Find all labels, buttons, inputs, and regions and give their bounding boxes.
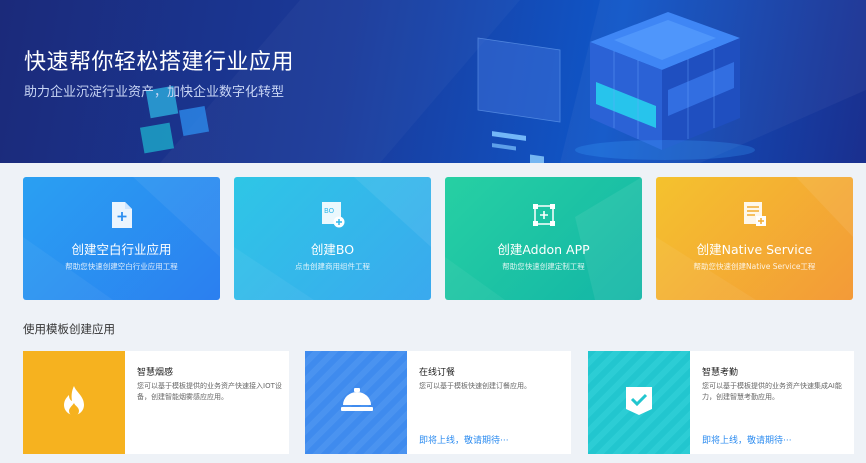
create-native-service-card[interactable]: 创建Native Service 帮助您快速创建Native Service工程	[656, 177, 853, 300]
card-title: 创建Addon APP	[497, 242, 590, 257]
template-thumbnail	[305, 351, 407, 454]
card-title: 创建空白行业应用	[71, 242, 172, 257]
create-blank-app-card[interactable]: 创建空白行业应用 帮助您快速创建空白行业应用工程	[23, 177, 220, 300]
templates-section-title: 使用模板创建应用	[23, 322, 115, 336]
template-thumbnail	[23, 351, 125, 454]
card-description: 帮助您快速创建Native Service工程	[693, 262, 816, 271]
coming-soon-link[interactable]: 即将上线，敬请期待···	[419, 433, 509, 446]
flame-icon	[64, 386, 84, 416]
coming-soon-link[interactable]: 即将上线，敬请期待···	[702, 433, 792, 446]
native-doc-icon	[744, 202, 766, 226]
template-card-smart-attendance[interactable]: 智慧考勤 您可以基于模板提供的业务资产快速集成AI能力，创建智慧考勤应用。 即将…	[588, 351, 854, 454]
card-description: 帮助您快速创建空白行业应用工程	[65, 262, 178, 271]
card-description: 帮助您快速创建定制工程	[502, 262, 585, 271]
template-name: 智慧烟感	[137, 368, 174, 378]
hero-banner: 快速帮你轻松搭建行业应用 助力企业沉淀行业资产，加快企业数字化转型	[0, 0, 866, 163]
blank-doc-icon	[112, 202, 132, 228]
card-description: 点击创建商用组件工程	[295, 262, 370, 271]
hero-title: 快速帮你轻松搭建行业应用	[24, 50, 295, 75]
card-title: 创建BO	[310, 242, 355, 257]
template-name: 在线订餐	[419, 368, 456, 378]
create-addon-app-card[interactable]: 创建Addon APP 帮助您快速创建定制工程	[445, 177, 642, 300]
template-description: 您可以基于模板提供的业务资产快速集成AI能力，创建智慧考勤应用。	[702, 382, 842, 401]
addon-frame-icon	[533, 204, 555, 226]
hero-subtitle: 助力企业沉淀行业资产，加快企业数字化转型	[24, 85, 285, 100]
template-card-online-ordering[interactable]: 在线订餐 您可以基于模板快速创建订餐应用。 即将上线，敬请期待···	[305, 351, 571, 454]
card-title: 创建Native Service	[696, 242, 813, 257]
bo-icon: BO	[322, 202, 345, 228]
bo-icon-text: BO	[324, 207, 335, 215]
check-badge-icon	[626, 387, 652, 415]
template-description: 您可以基于模板提供的业务资产快速接入IOT设备，创建智能烟雾感应应用。	[137, 382, 282, 401]
template-card-smart-smoke[interactable]: 智慧烟感 您可以基于模板提供的业务资产快速接入IOT设备，创建智能烟雾感应应用。	[23, 351, 289, 454]
create-bo-card[interactable]: BO 创建BO 点击创建商用组件工程	[234, 177, 431, 300]
template-description: 您可以基于模板快速创建订餐应用。	[419, 382, 531, 390]
template-thumbnail	[588, 351, 690, 454]
template-name: 智慧考勤	[702, 368, 739, 378]
dish-cover-icon	[341, 388, 373, 411]
